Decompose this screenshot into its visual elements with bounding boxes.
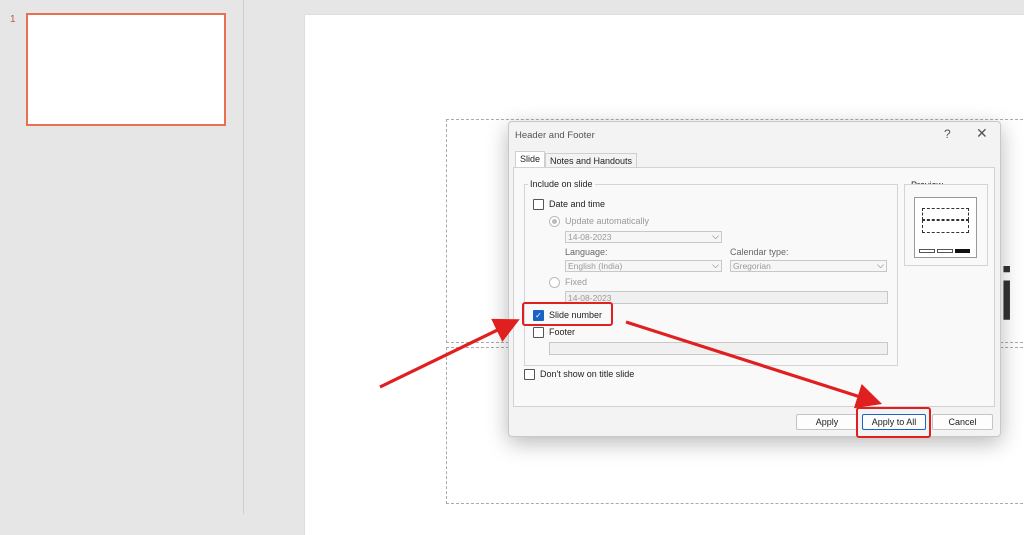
arrow-to-slide-number (379, 318, 520, 389)
annotation-arrows (379, 318, 883, 409)
arrow-to-apply-to-all (625, 320, 883, 409)
